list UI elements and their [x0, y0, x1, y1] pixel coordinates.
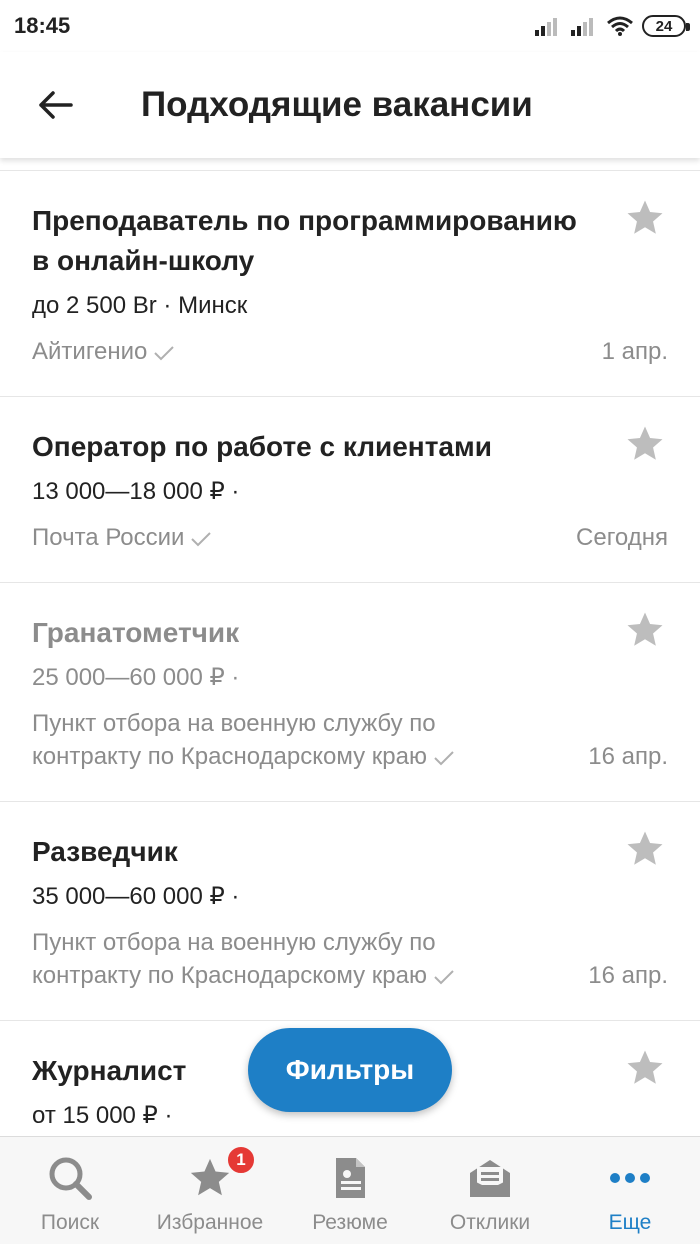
check-icon: [434, 969, 454, 985]
nav-item-favorites[interactable]: 1 Избранное: [140, 1137, 280, 1244]
company-name: Пункт отбора на военную службу по контра…: [32, 929, 436, 989]
vacancy-company: Пункт отбора на военную службу по контра…: [32, 926, 588, 992]
vacancy-title: Разведчик: [32, 836, 178, 867]
company-name: Почта России: [32, 524, 185, 551]
vacancy-meta: Айтигенио 1 апр.: [32, 335, 668, 368]
vacancy-meta: Пункт отбора на военную службу по контра…: [32, 926, 668, 992]
company-name: Айтигенио: [32, 338, 148, 365]
favorites-badge: 1: [226, 1145, 256, 1175]
wifi-icon: [607, 16, 633, 36]
nav-label: Избранное: [156, 1211, 264, 1234]
search-icon: [49, 1157, 92, 1200]
nav-item-responses[interactable]: Отклики: [420, 1137, 560, 1244]
vacancy-company: Почта России: [32, 521, 576, 554]
vacancy-salary: 13 000—18 000 ₽ ·: [32, 478, 240, 505]
vacancy-company: Айтигенио: [32, 335, 602, 368]
more-icon: [610, 1173, 650, 1183]
vacancy-company: Пункт отбора на военную службу по контра…: [32, 707, 588, 773]
vacancy-salary: до 2 500 Br · Минск: [32, 292, 248, 319]
vacancy-card[interactable]: Разведчик 35 000—60 000 ₽ · Пункт отбора…: [0, 802, 700, 1021]
status-time: 18:45: [14, 13, 71, 38]
star-icon[interactable]: [624, 609, 666, 651]
page-title: Подходящие вакансии: [141, 85, 533, 124]
signal-icon: [535, 18, 557, 36]
battery-level: 24: [655, 17, 673, 35]
nav-item-search[interactable]: Поиск: [0, 1137, 140, 1244]
vacancy-salary: 25 000—60 000 ₽ ·: [32, 664, 240, 691]
nav-label: Еще: [608, 1211, 652, 1234]
check-icon: [154, 345, 175, 361]
signal-icon: [571, 18, 593, 36]
vacancy-card[interactable]: Гранатометчик 25 000—60 000 ₽ · Пункт от…: [0, 583, 700, 802]
battery-indicator: 24: [642, 15, 690, 37]
responses-icon: [470, 1160, 510, 1197]
vacancy-title: Оператор по работе с клиентами: [32, 431, 492, 462]
check-icon: [191, 531, 212, 547]
vacancy-meta: Почта России Сегодня: [32, 521, 668, 554]
company-name: Пункт отбора на военную службу по контра…: [32, 710, 436, 770]
vacancy-list: Преподаватель по программированию в онла…: [0, 170, 700, 1162]
vacancy-date: 16 апр.: [588, 962, 668, 989]
star-icon[interactable]: [624, 828, 666, 870]
filters-button[interactable]: Фильтры: [248, 1028, 452, 1112]
arrow-left-icon: [39, 91, 73, 119]
vacancy-title: Преподаватель по программированию в онла…: [32, 205, 577, 276]
back-button[interactable]: [27, 77, 83, 133]
vacancy-date: 1 апр.: [601, 338, 668, 365]
star-icon[interactable]: [624, 423, 666, 465]
star-icon[interactable]: [624, 197, 666, 239]
nav-label: Отклики: [449, 1211, 531, 1234]
status-icons: 24: [534, 15, 690, 37]
star-icon[interactable]: [624, 1047, 666, 1089]
vacancy-title: Гранатометчик: [32, 617, 240, 648]
resume-icon: [336, 1158, 365, 1198]
vacancy-meta: Пункт отбора на военную службу по контра…: [32, 707, 668, 773]
app-bar: Подходящие вакансии: [0, 52, 700, 158]
vacancy-salary: 35 000—60 000 ₽ ·: [32, 883, 240, 910]
nav-item-more[interactable]: Еще: [560, 1137, 700, 1244]
bottom-nav: Поиск 1 Избранное Резюме Отклики Еще: [0, 1136, 700, 1244]
status-bar: 18:45 24: [0, 0, 700, 52]
nav-label: Поиск: [40, 1211, 100, 1234]
vacancy-date: 16 апр.: [588, 743, 668, 770]
nav-label: Резюме: [312, 1211, 388, 1234]
nav-item-resume[interactable]: Резюме: [280, 1137, 420, 1244]
vacancy-card[interactable]: Оператор по работе с клиентами 13 000—18…: [0, 397, 700, 583]
check-icon: [434, 750, 454, 766]
vacancy-card[interactable]: Преподаватель по программированию в онла…: [0, 171, 700, 397]
vacancy-date: Сегодня: [576, 524, 668, 551]
